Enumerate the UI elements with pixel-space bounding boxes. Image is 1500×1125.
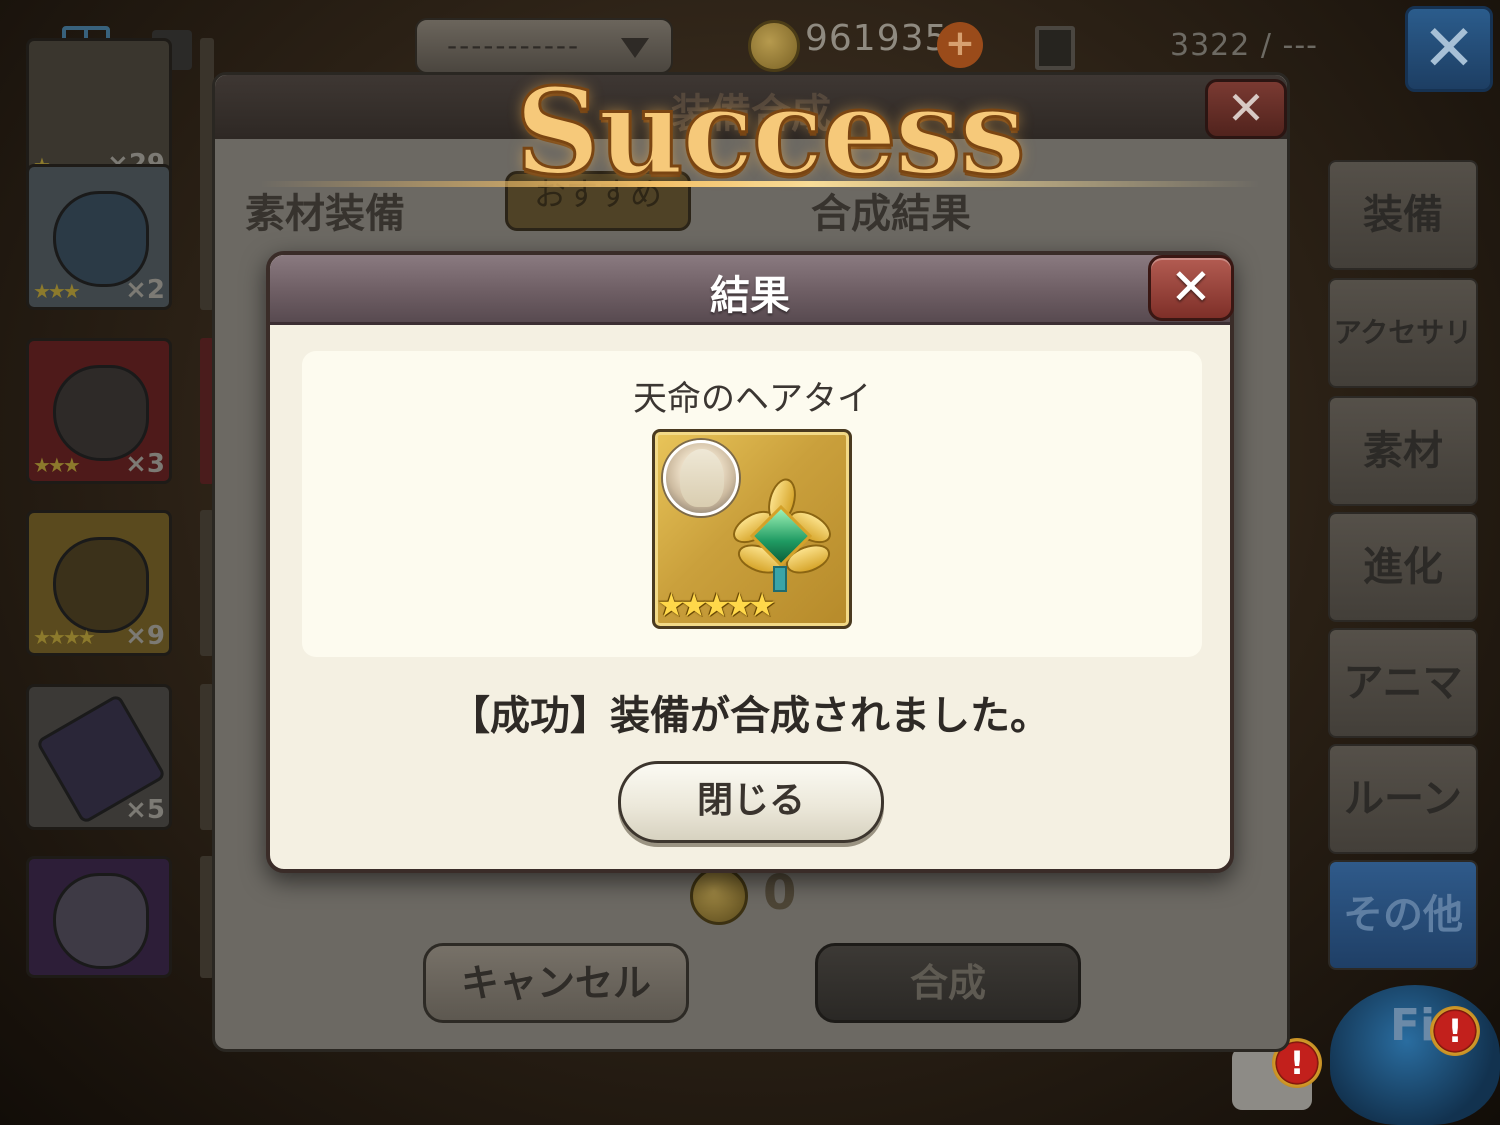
- result-close-button[interactable]: ✕: [1148, 255, 1234, 321]
- item-stars: ★★★: [33, 279, 81, 303]
- tab-equipment[interactable]: 装備: [1328, 160, 1478, 270]
- inventory-item[interactable]: ★★★ ×3: [26, 338, 172, 484]
- hair-tie-icon: [727, 475, 837, 594]
- coin-amount: 961935: [805, 18, 949, 59]
- result-dialog-title: 結果: [710, 273, 790, 319]
- book-icon[interactable]: [1035, 26, 1075, 70]
- alert-icon: !: [1430, 1006, 1480, 1056]
- tab-material[interactable]: 素材: [1328, 396, 1478, 506]
- item-count: ×2: [125, 275, 165, 305]
- tab-anima[interactable]: アニマ: [1328, 628, 1478, 738]
- close-screen-button[interactable]: ✕: [1405, 6, 1493, 92]
- tab-rune[interactable]: ルーン: [1328, 744, 1478, 854]
- item-card[interactable]: ★★★★★: [652, 429, 852, 629]
- synthesis-close-button[interactable]: ✕: [1205, 79, 1287, 139]
- synthesis-cost: 0: [763, 865, 797, 921]
- item-rarity-stars: ★★★★★: [657, 586, 776, 624]
- result-message: 【成功】装備が合成されました。: [450, 693, 1050, 739]
- inventory-list: ★ ×29 ★★★ ×2 ★★★ ×3 ★★★★ ×9 ×5: [22, 38, 214, 988]
- item-stars: ★★★: [33, 453, 81, 477]
- chevron-down-icon: [621, 38, 649, 58]
- cancel-button[interactable]: キャンセル: [423, 943, 689, 1023]
- result-dialog-header: 結果: [270, 255, 1230, 325]
- item-count: ×3: [125, 449, 165, 479]
- inventory-item[interactable]: ★ ×29: [26, 38, 172, 184]
- boot-icon: [53, 365, 149, 461]
- item-stars: ★★★★: [33, 625, 96, 649]
- close-button[interactable]: 閉じる: [618, 761, 884, 843]
- item-count: ×9: [125, 621, 165, 651]
- mascot-label: Fi: [1390, 1000, 1436, 1051]
- tab-evolution[interactable]: 進化: [1328, 512, 1478, 622]
- rabbit-icon: [53, 873, 149, 969]
- inventory-item[interactable]: ★★★★ ×9: [26, 510, 172, 656]
- combine-button[interactable]: 合成: [815, 943, 1081, 1023]
- inventory-capacity: 3322 / ---: [1170, 28, 1319, 63]
- inventory-item[interactable]: ×5: [26, 684, 172, 830]
- sort-dropdown-label: -----------: [447, 29, 581, 62]
- character-portrait-icon: [663, 440, 739, 516]
- inventory-item[interactable]: [26, 856, 172, 978]
- result-dialog: 結果 ✕ 天命のヘアタイ ★★★★★ 【成功】装備が合成されました。 閉じる: [266, 251, 1234, 873]
- tab-accessory[interactable]: アクセサリ: [1328, 278, 1478, 388]
- item-icon: [53, 191, 149, 287]
- success-banner: Success: [514, 61, 1028, 203]
- item-icon: [53, 537, 149, 633]
- tab-other[interactable]: その他: [1328, 860, 1478, 970]
- inventory-item[interactable]: ★★★ ×2: [26, 164, 172, 310]
- cost-coin-icon: [690, 867, 748, 925]
- item-name: 天命のヘアタイ: [633, 379, 871, 419]
- result-item-panel: 天命のヘアタイ ★★★★★: [302, 351, 1202, 657]
- material-equipment-label: 素材装備: [245, 191, 405, 237]
- item-count: ×5: [125, 795, 165, 825]
